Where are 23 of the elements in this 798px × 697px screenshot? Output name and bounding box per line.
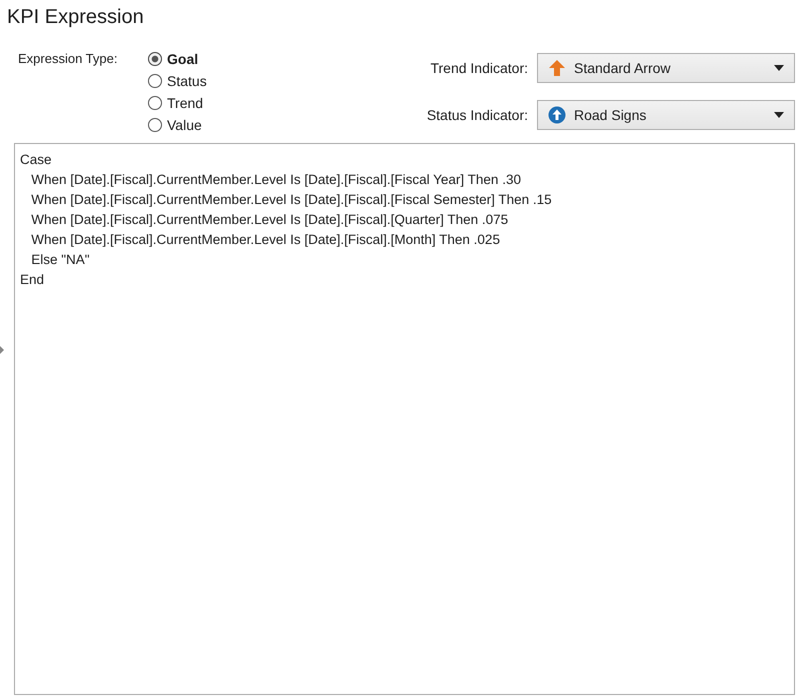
up-arrow-circle-icon [548,106,566,124]
up-arrow-icon [548,59,566,77]
expression-editor[interactable] [14,143,795,695]
code-line: When [Date].[Fiscal].CurrentMember.Level Is [Date].[Fiscal].[Quarter] Then .075 [30,211,510,229]
caret-icon [774,65,784,71]
page-title: KPI Expression [6,5,145,30]
field-label: Trend Indicator: [430,60,528,76]
code-line: End [20,271,46,289]
code-line: Else "NA" [30,251,91,269]
code-line: When [Date].[Fiscal].CurrentMember.Level Is [Date].[Fiscal].[Month] Then .025 [30,231,501,249]
indicator-dropdown[interactable]: Standard Arrow [537,53,795,83]
indicator-dropdown[interactable]: Road Signs [537,100,795,130]
code-line: Case [20,151,53,169]
caret-icon [774,112,784,118]
field-label: Expression Type: [18,51,118,68]
radio-option[interactable]: Status [148,73,207,89]
code-line: When [Date].[Fiscal].CurrentMember.Level Is [Date].[Fiscal].[Fiscal Year] Then .30 [30,171,522,189]
radio-option[interactable]: Goal [148,51,207,67]
radio-option[interactable]: Value [148,117,207,133]
field-label: Status Indicator: [426,107,528,123]
radio-option[interactable]: Trend [148,95,207,111]
code-line: When [Date].[Fiscal].CurrentMember.Level Is [Date].[Fiscal].[Fiscal Semester] Then .15 [30,191,553,209]
splitter-arrow-icon[interactable] [0,346,4,354]
